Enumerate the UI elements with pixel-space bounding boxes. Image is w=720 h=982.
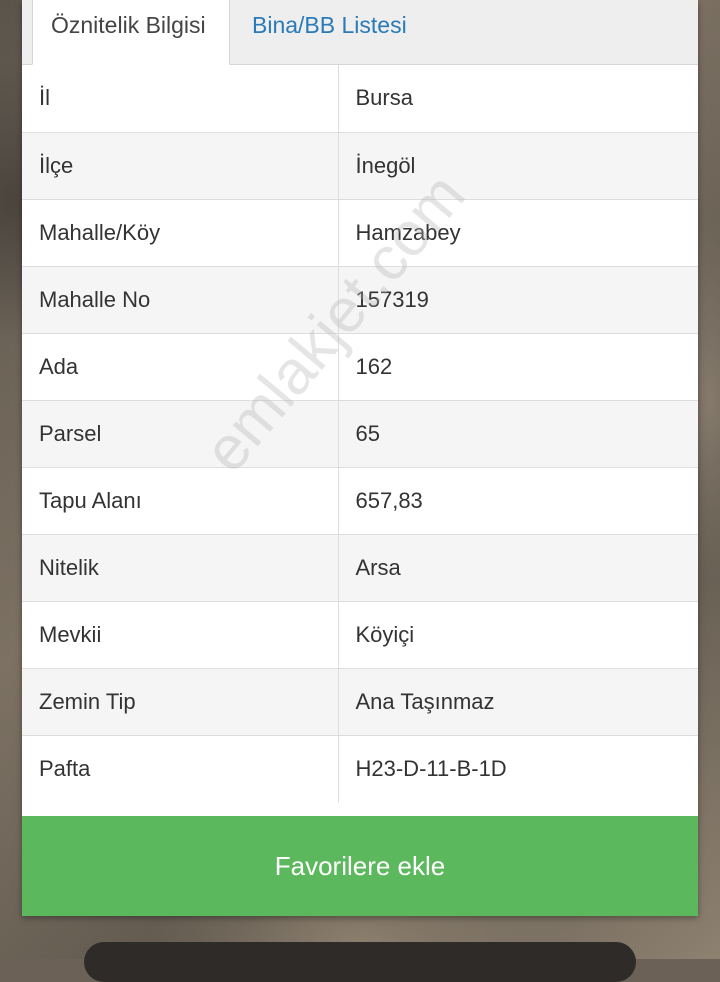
table-row: Parsel 65	[22, 399, 698, 467]
attribute-key: Zemin Tip	[22, 667, 339, 735]
table-row: Mahalle/Köy Hamzabey	[22, 198, 698, 266]
attribute-value: Bursa	[355, 85, 413, 111]
table-row: Tapu Alanı 657,83	[22, 466, 698, 534]
attribute-value: Hamzabey	[338, 198, 698, 266]
attribute-key: Mevkii	[22, 600, 339, 668]
table-row: Ada 162	[22, 332, 698, 400]
table-row: Mevkii Köyiçi	[22, 600, 698, 668]
table-row: Mahalle No 157319	[22, 265, 698, 333]
attribute-key: Tapu Alanı	[22, 466, 339, 534]
attribute-key: Nitelik	[22, 533, 339, 601]
parcel-info-panel: Öznitelik Bilgisi Bina/BB Listesi İl Burs…	[22, 0, 698, 916]
add-to-favorites-button[interactable]: Favorilere ekle	[22, 816, 698, 916]
attribute-value: H23-D-11-B-1D	[338, 734, 698, 802]
tab-building-list[interactable]: Bina/BB Listesi	[234, 0, 425, 64]
attribute-key: Parsel	[22, 399, 339, 467]
attribute-key: Ada	[22, 332, 339, 400]
attribute-key: İl	[22, 65, 339, 132]
attribute-value: Köyiçi	[338, 600, 698, 668]
attribute-value: 65	[338, 399, 698, 467]
attribute-value: İnegöl	[338, 131, 698, 199]
attribute-value: Ana Taşınmaz	[338, 667, 698, 735]
attribute-value: Arsa	[338, 533, 698, 601]
tab-attribute-info[interactable]: Öznitelik Bilgisi	[32, 0, 230, 65]
attribute-key: Mahalle/Köy	[22, 198, 339, 266]
attribute-value: 162	[338, 332, 698, 400]
table-row: Pafta H23-D-11-B-1D	[22, 734, 698, 802]
bottom-toolbar	[84, 942, 636, 982]
attribute-value: 157319	[338, 265, 698, 333]
table-row: İlçe İnegöl	[22, 131, 698, 199]
table-row: Zemin Tip Ana Taşınmaz	[22, 667, 698, 735]
attribute-key: Pafta	[22, 734, 339, 802]
tab-bar: Öznitelik Bilgisi Bina/BB Listesi	[22, 0, 698, 65]
table-row: İl Bursa	[22, 65, 698, 132]
table-row: Nitelik Arsa	[22, 533, 698, 601]
attribute-key: Mahalle No	[22, 265, 339, 333]
attribute-value: 657,83	[338, 466, 698, 534]
attribute-key: İlçe	[22, 131, 339, 199]
attribute-table: İl Bursa İlçe İnegöl Mahalle/Köy Hamzabey M…	[22, 65, 698, 802]
